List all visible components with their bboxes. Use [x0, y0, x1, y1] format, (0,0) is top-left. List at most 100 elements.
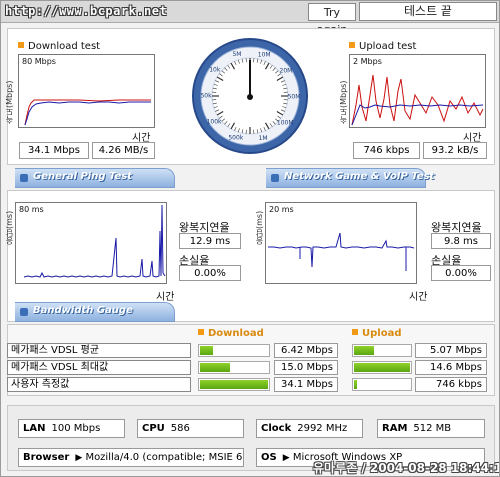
game-series	[268, 232, 415, 268]
bw-download-value: 34.1 Mbps	[274, 377, 338, 392]
bw-download-header-text: Download	[208, 328, 264, 339]
bw-row-name: 메가패스 VDSL 평균	[7, 343, 191, 358]
spec-browser: Browser ▶ Mozilla/4.0 (compatible; MSIE 6…	[18, 448, 244, 467]
ping-x-axis-label: 시간	[156, 292, 175, 303]
download-series-blue	[24, 101, 151, 126]
download-mbps-value: 34.1 Mbps	[19, 142, 89, 159]
bw-upload-value: 5.07 Mbps	[415, 343, 487, 358]
gauge-label: 500k	[228, 135, 243, 142]
tab-bandwidth-gauge[interactable]: Bandwidth Gauge	[15, 302, 175, 322]
bullet-icon	[18, 42, 24, 48]
gauge-label: 100k	[207, 118, 222, 125]
tab-arrow-icon	[20, 308, 28, 316]
download-graph-plot	[24, 99, 151, 126]
download-mbs-value: 4.26 MB/s	[92, 142, 155, 159]
bw-upload-value: 746 kbps	[415, 377, 487, 392]
download-title-text: Download test	[28, 41, 101, 52]
tab-network-game[interactable]: Network Game & VoIP Test	[266, 168, 434, 188]
bullet-icon	[349, 42, 355, 48]
tab-general-ping-label: General Ping Test	[33, 171, 133, 182]
spec-arrow-icon: ▶	[75, 453, 83, 463]
bw-upload-header: Upload	[352, 328, 401, 339]
bw-upload-bar-fill	[354, 363, 410, 372]
bw-download-bar	[198, 378, 270, 391]
bw-download-header: Download	[198, 328, 264, 339]
tab-arrow-icon	[271, 174, 279, 182]
bw-upload-bar-fill	[354, 346, 374, 355]
bw-row-name: 메가패스 VDSL 최대값	[7, 360, 191, 375]
gauge-label: 20M	[280, 68, 293, 75]
spec-lan-value: 100 Mbps	[51, 423, 101, 434]
bw-download-bar	[198, 344, 270, 357]
tab-network-game-label: Network Game & VoIP Test	[284, 171, 435, 182]
try-again-button[interactable]: Try again	[308, 3, 356, 36]
spec-cpu-label: CPU	[142, 423, 165, 434]
ping-graph-plot	[23, 204, 166, 278]
download-y-axis-label: 속도(Mbps)	[5, 80, 14, 124]
spec-clock-label: Clock	[261, 423, 292, 434]
game-x-axis-label: 시간	[409, 292, 428, 303]
download-series-red	[24, 99, 151, 126]
game-loss-value: 0.00%	[431, 265, 491, 281]
spec-ram-label: RAM	[382, 423, 408, 434]
upload-graph-plot	[351, 74, 484, 126]
gauge-label: 10k	[209, 67, 221, 74]
gauge-hub	[247, 94, 253, 100]
game-graph-plot	[268, 232, 415, 271]
header-bar: http://www.bcpark.net Try again 테스트 끝	[1, 1, 499, 36]
spec-clock-value: 2992 MHz	[297, 423, 348, 434]
bw-row-name: 사용자 측정값	[7, 377, 191, 392]
tab-general-ping[interactable]: General Ping Test	[15, 168, 175, 188]
bw-upload-bar	[352, 361, 412, 374]
bw-download-value: 6.42 Mbps	[274, 343, 338, 358]
bullet-icon	[352, 329, 358, 335]
game-rtt-value: 9.8 ms	[431, 233, 491, 249]
spec-cpu: CPU 586	[137, 419, 244, 438]
upload-kbps-value: 746 kbps	[353, 142, 420, 159]
gauge-label: 5M	[232, 51, 241, 58]
bw-download-bar-fill	[200, 380, 268, 389]
bullet-icon	[198, 329, 204, 335]
tab-bandwidth-gauge-label: Bandwidth Gauge	[33, 305, 133, 316]
bw-upload-header-text: Upload	[362, 328, 402, 339]
bw-download-bar-fill	[200, 363, 230, 372]
download-title: Download test	[18, 41, 100, 52]
upload-title: Upload test	[349, 41, 416, 52]
spec-ram-value: 512 MB	[413, 423, 452, 434]
game-graph: 20 ms	[265, 202, 417, 284]
bw-download-bar	[198, 361, 270, 374]
bw-upload-bar	[352, 378, 412, 391]
tab-arrow-icon	[20, 174, 28, 182]
spec-browser-value: Mozilla/4.0 (compatible; MSIE 6.0	[85, 452, 244, 463]
ping-loss-value: 0.00%	[179, 265, 241, 281]
speed-gauge: 5M 10M 20M 50M 100M 1M 500k 100k 50k 10k	[192, 38, 308, 154]
ping-series	[23, 204, 166, 278]
bw-download-bar-fill	[200, 346, 213, 355]
watermark-overlay: 유마루존 / 2004-08-28 18:44:12	[313, 461, 500, 475]
spec-arrow-icon: ▶	[282, 453, 290, 463]
game-y-axis-label: 응답(ms)	[255, 210, 264, 245]
speed-test-window: http://www.bcpark.net Try again 테스트 끝 Do…	[0, 0, 500, 477]
upload-series-blue	[351, 104, 484, 126]
ping-y-axis-label: 응답(ms)	[5, 210, 14, 245]
bw-download-value: 15.0 Mbps	[274, 360, 338, 375]
bw-upload-bar-fill	[354, 380, 357, 389]
gauge-label: 50M	[288, 94, 301, 101]
upload-graph: 2 Mbps	[349, 54, 486, 128]
spec-ram: RAM 512 MB	[377, 419, 485, 438]
spec-os-label: OS	[261, 452, 277, 463]
upload-kbs-value: 93.2 kB/s	[423, 142, 487, 159]
spec-browser-label: Browser	[23, 452, 70, 463]
gauge-label: 50k	[200, 92, 212, 99]
gauge-label: 10M	[258, 51, 271, 58]
site-url: http://www.bcpark.net	[5, 4, 168, 18]
upload-y-axis-label: 속도(Mbps)	[339, 80, 348, 124]
bw-upload-bar	[352, 344, 412, 357]
ping-rtt-value: 12.9 ms	[179, 233, 241, 249]
test-end-button[interactable]: 테스트 끝	[359, 2, 497, 21]
upload-title-text: Upload test	[359, 41, 417, 52]
upload-series-red	[351, 74, 484, 126]
spec-cpu-value: 586	[170, 423, 190, 434]
spec-clock: Clock 2992 MHz	[256, 419, 363, 438]
bw-upload-value: 14.6 Mbps	[415, 360, 487, 375]
